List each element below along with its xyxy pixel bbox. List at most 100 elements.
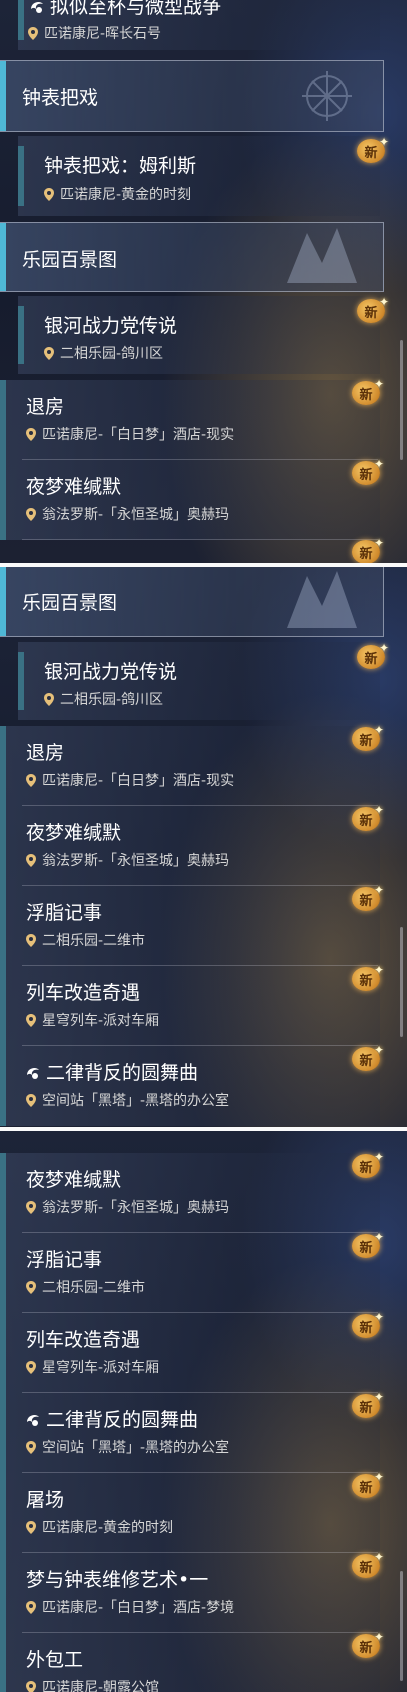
swirl-mission-icon (24, 1410, 42, 1433)
map-pin-icon (44, 187, 54, 201)
map-pin-icon (26, 1360, 36, 1374)
mission-title: 拟似至杯与微型战争 (28, 0, 221, 20)
mission-item-nightmare[interactable]: 夜梦难缄默 翁法罗斯-「永恒圣城」奥赫玛 新 ✦ (0, 457, 407, 540)
map-pin-icon (26, 853, 36, 867)
map-pin-icon (26, 1013, 36, 1027)
mission-location: 空间站「黑塔」-黑塔的办公室 (26, 1437, 229, 1457)
new-badge-icon: 新 ✦ (352, 1390, 384, 1418)
scrollbar[interactable] (400, 340, 403, 460)
mission-item-rondo[interactable]: 二律背反的圆舞曲 空间站「黑塔」-黑塔的办公室 新 ✦ (0, 1043, 407, 1126)
mission-item-rondo[interactable]: 二律背反的圆舞曲 空间站「黑塔」-黑塔的办公室 新 ✦ (0, 1390, 407, 1473)
mission-title: 列车改造奇遇 (26, 1329, 141, 1351)
mission-title: 银河战力党传说 (44, 315, 178, 337)
header-accent (0, 223, 6, 291)
mission-item-checkout[interactable]: 退房 匹诺康尼-「白日梦」酒店-现实 新 ✦ (0, 377, 407, 460)
new-badge-icon: 新 ✦ (352, 1630, 384, 1658)
mission-title: 夜梦难缄默 (26, 822, 122, 844)
mission-item-outsource[interactable]: 外包工 匹诺康尼-朝露公馆 新 ✦ (0, 1630, 407, 1692)
mission-title: 梦与钟表维修艺术•一 (26, 1569, 209, 1591)
map-pin-icon (26, 1200, 36, 1214)
map-pin-icon (26, 933, 36, 947)
new-badge-icon: 新 ✦ (352, 803, 384, 831)
sub-item-bar (18, 146, 24, 206)
scrollbar[interactable] (400, 927, 403, 1037)
mission-title: 屠场 (26, 1489, 65, 1511)
mission-location: 匹诺康尼-朝露公馆 (26, 1677, 159, 1692)
mission-location: 匹诺康尼-「白日梦」酒店-现实 (26, 424, 234, 444)
map-pin-icon (44, 692, 54, 706)
new-badge-icon: 新 ✦ (352, 457, 384, 485)
mission-title: 二律背反的圆舞曲 (24, 1058, 198, 1086)
mission-title: 夜梦难缄默 (26, 476, 122, 498)
mission-item-nightmare[interactable]: 夜梦难缄默 翁法罗斯-「永恒圣城」奥赫玛 新 ✦ (0, 1150, 407, 1233)
swirl-mission-icon (24, 1063, 42, 1086)
map-pin-icon (26, 1280, 36, 1294)
swirl-mission-icon (28, 0, 46, 20)
mission-location: 二相乐园-鸽川区 (44, 689, 163, 709)
mission-item-train[interactable]: 列车改造奇遇 星穹列车-派对车厢 新 ✦ (0, 963, 407, 1046)
category-header-park[interactable]: 乐园百景图 (0, 222, 384, 292)
mission-item-fat[interactable]: 浮脂记事 二相乐园-二维市 新 ✦ (0, 883, 407, 966)
mission-title: 外包工 (26, 1649, 84, 1671)
scrollbar[interactable] (400, 1571, 403, 1681)
category-header-clock[interactable]: 钟表把戏 (0, 60, 384, 132)
mission-item-nightmare[interactable]: 夜梦难缄默 翁法罗斯-「永恒圣城」奥赫玛 新 ✦ (0, 803, 407, 886)
map-pin-icon (26, 1093, 36, 1107)
mission-item-galaxy[interactable]: 银河战力党传说 二相乐园-鸽川区 新 ✦ (0, 641, 407, 720)
new-badge-icon: 新 ✦ (352, 1150, 384, 1178)
new-badge-icon: 新 ✦ (352, 377, 384, 405)
mission-location: 二相乐园-鸽川区 (44, 343, 163, 363)
mission-item-wargame[interactable]: 拟似至杯与微型战争 匹诺康尼-晖长石号 (0, 0, 407, 50)
category-header-park[interactable]: 乐园百景图 (0, 567, 384, 637)
mission-location: 空间站「黑塔」-黑塔的办公室 (26, 1090, 229, 1110)
mission-item-galaxy[interactable]: 银河战力党传说 二相乐园-鸽川区 新 ✦ (0, 295, 407, 374)
sub-item-bar (18, 306, 24, 364)
new-badge-icon: 新 ✦ (357, 135, 389, 163)
header-decoration-icon (287, 571, 357, 628)
map-pin-icon (26, 1440, 36, 1454)
mission-title: 退房 (26, 742, 65, 764)
new-badge-icon: 新 ✦ (352, 1230, 384, 1258)
new-badge-icon: 新 ✦ (352, 1043, 384, 1071)
screenshot-panel-3: 夜梦难缄默 翁法罗斯-「永恒圣城」奥赫玛 新 ✦ 浮脂记事 二相乐园-二维市 新 ✦… (0, 1131, 407, 1692)
header-accent (0, 61, 6, 131)
mission-item-slaughter[interactable]: 屠场 匹诺康尼-黄金的时刻 新 ✦ (0, 1470, 407, 1553)
map-pin-icon (44, 346, 54, 360)
mission-item-mulius[interactable]: 钟表把戏：姆利斯 匹诺康尼-黄金的时刻 新 ✦ (0, 135, 407, 216)
new-badge-icon: 新 ✦ (352, 536, 384, 563)
map-pin-icon (26, 773, 36, 787)
map-pin-icon (28, 26, 38, 40)
map-pin-icon (26, 1520, 36, 1534)
map-pin-icon (26, 1600, 36, 1614)
mission-location: 匹诺康尼-「白日梦」酒店-现实 (26, 770, 234, 790)
sub-item-bar (18, 0, 24, 40)
screenshot-panel-1: 拟似至杯与微型战争 匹诺康尼-晖长石号 钟表把戏 钟表把戏：姆利斯 匹诺康尼-黄… (0, 0, 407, 563)
header-decoration-icon (302, 71, 352, 121)
header-title: 乐园百景图 (22, 592, 118, 614)
mission-title: 钟表把戏：姆利斯 (44, 155, 197, 177)
mission-location: 匹诺康尼-黄金的时刻 (44, 184, 191, 204)
mission-title: 银河战力党传说 (44, 661, 178, 683)
mission-item-checkout[interactable]: 退房 匹诺康尼-「白日梦」酒店-现实 新 ✦ (0, 723, 407, 806)
new-badge-icon: 新 ✦ (357, 641, 389, 669)
mission-location: 二相乐园-二维市 (26, 1277, 145, 1297)
mission-item-fat[interactable]: 浮脂记事 二相乐园-二维市 新 ✦ (0, 1230, 407, 1313)
mission-title: 浮脂记事 (26, 1249, 103, 1271)
mission-title: 退房 (26, 396, 65, 418)
new-badge-icon: 新 ✦ (352, 723, 384, 751)
map-pin-icon (26, 1680, 36, 1692)
item-divider (22, 539, 378, 540)
new-badge-icon: 新 ✦ (352, 963, 384, 991)
mission-title: 列车改造奇遇 (26, 982, 141, 1004)
sub-item-bar (18, 652, 24, 710)
new-badge-icon: 新 ✦ (352, 1310, 384, 1338)
map-pin-icon (26, 507, 36, 521)
new-badge-icon: 新 ✦ (352, 883, 384, 911)
screenshot-panel-2: 乐园百景图 银河战力党传说 二相乐园-鸽川区 新 ✦ 退房 匹诺康尼-「白日梦」酒… (0, 567, 407, 1127)
mission-item-dream[interactable]: 梦与钟表维修艺术•一 匹诺康尼-「白日梦」酒店-梦境 新 ✦ (0, 1550, 407, 1633)
mission-location: 翁法罗斯-「永恒圣城」奥赫玛 (26, 1197, 229, 1217)
mission-item-train[interactable]: 列车改造奇遇 星穹列车-派对车厢 新 ✦ (0, 1310, 407, 1393)
mission-location: 匹诺康尼-晖长石号 (28, 23, 161, 43)
header-title: 钟表把戏 (22, 87, 99, 109)
new-badge-icon: 新 ✦ (357, 295, 389, 323)
